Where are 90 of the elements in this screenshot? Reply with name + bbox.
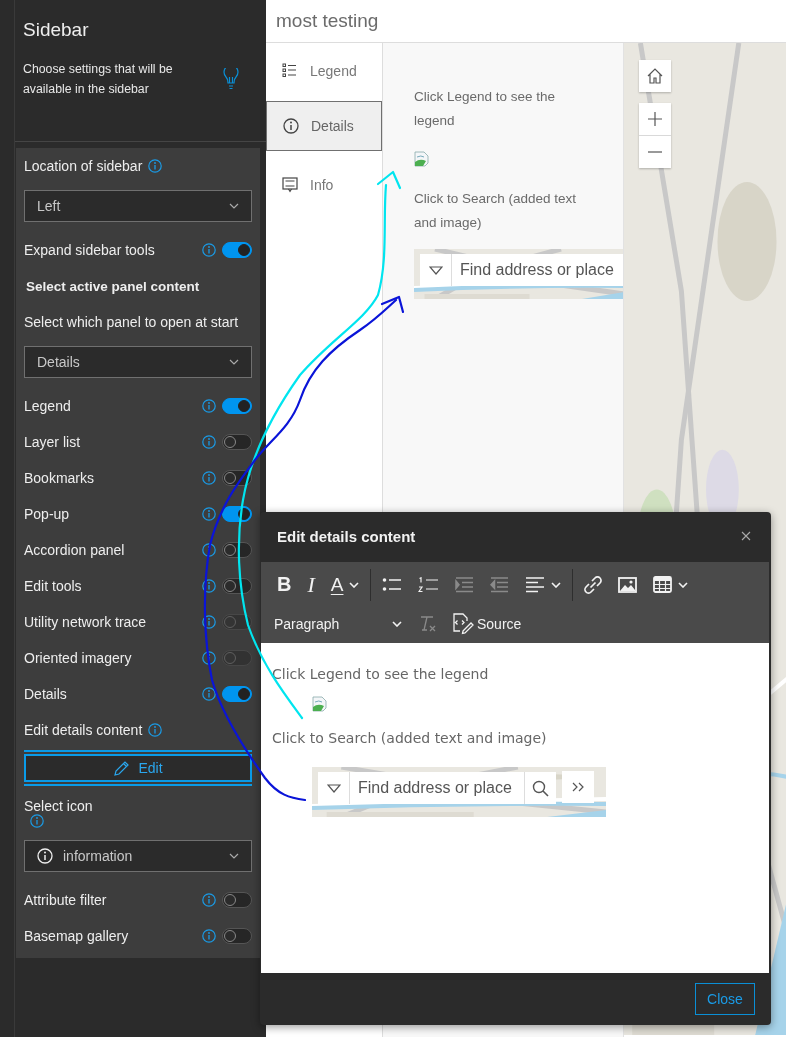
indent-icon	[455, 576, 475, 593]
numbered-list-icon	[418, 576, 440, 593]
toggle-switch[interactable]	[222, 928, 252, 944]
panel-description: Choose settings that will be available in the sidebar	[23, 61, 174, 98]
outdent-icon	[490, 576, 510, 593]
toggle-switch[interactable]	[222, 542, 252, 558]
paragraph-format-dropdown[interactable]: Paragraph	[269, 607, 410, 640]
triangle-icon	[428, 265, 443, 275]
setting-label: Select which panel to open at start	[24, 314, 239, 330]
setting-label: Edit tools	[24, 578, 83, 594]
link-icon	[584, 575, 603, 594]
italic-button[interactable]: I	[299, 568, 323, 601]
dropdown[interactable]: Left	[24, 190, 252, 222]
info-icon[interactable]	[202, 435, 216, 449]
info-icon[interactable]	[30, 814, 44, 828]
info-icon[interactable]	[202, 929, 216, 943]
dropdown[interactable]: information	[24, 840, 252, 872]
search-icon	[532, 779, 549, 797]
info-icon[interactable]	[202, 507, 216, 521]
source-icon	[452, 612, 474, 635]
chevron-icon	[229, 203, 239, 209]
bold-button[interactable]: B	[269, 568, 300, 601]
info-icon[interactable]	[148, 723, 163, 737]
paragraph: Click to Search (added text and image)	[272, 729, 548, 748]
setting-label: Accordion panel	[24, 542, 126, 558]
broken-image-icon	[414, 151, 429, 167]
edit-button[interactable]: Edit	[24, 754, 252, 782]
setting-label: Oriented imagery	[24, 650, 133, 666]
expand-button[interactable]	[562, 771, 594, 803]
editor-area[interactable]: Click Legend to see the legend Click to Search (added text and image) Find address or place	[261, 643, 769, 973]
setting-label: Details	[24, 686, 68, 702]
setting-label: Edit details content	[24, 722, 143, 738]
font-color-button[interactable]: A	[322, 568, 368, 601]
setting-label: Layer list	[24, 434, 82, 450]
toggle-switch[interactable]	[222, 242, 252, 258]
chevron-icon	[229, 853, 239, 859]
nav-tab[interactable]: Info	[266, 161, 382, 209]
setting-label: Select icon	[24, 798, 93, 814]
search-button[interactable]	[524, 772, 556, 804]
info-icon[interactable]	[202, 243, 216, 257]
info-icon	[37, 848, 53, 864]
toggle-switch[interactable]	[222, 398, 252, 414]
caret-icon	[551, 581, 562, 588]
info-icon[interactable]	[202, 543, 216, 557]
setting-label: Location of sidebar	[24, 158, 143, 174]
nav-tab[interactable]: Details	[266, 101, 382, 151]
dialog-title: Edit details content	[277, 527, 417, 545]
paragraph: Click to Search (added text and image)	[414, 190, 578, 232]
section-heading: Select active panel content	[25, 278, 200, 294]
setting-label: Attribute filter	[24, 892, 108, 908]
info-icon[interactable]	[202, 399, 216, 413]
paragraph: Click Legend to see the legend	[272, 665, 490, 684]
info-icon[interactable]	[202, 579, 216, 593]
toggle-switch[interactable]	[222, 892, 252, 908]
triangle-icon	[326, 783, 341, 793]
pencil-icon	[113, 759, 131, 777]
nav-tab[interactable]: Legend	[266, 47, 382, 95]
info-icon[interactable]	[202, 893, 216, 907]
bullet-list-icon	[382, 577, 403, 592]
info-icon[interactable]	[202, 471, 216, 485]
toggle-switch[interactable]	[222, 434, 252, 450]
setting-label: Expand sidebar tools	[24, 242, 156, 258]
caret-icon	[349, 581, 360, 588]
info-icon[interactable]	[202, 615, 216, 629]
source-button[interactable]: Source	[444, 607, 530, 640]
dropdown-button[interactable]	[318, 772, 350, 804]
toggle-switch[interactable]	[222, 686, 252, 702]
caret-icon	[392, 620, 402, 627]
setting-label: Pop-up	[24, 506, 71, 522]
info-icon[interactable]	[148, 159, 163, 173]
setting-label: Basemap gallery	[24, 928, 130, 944]
info-icon	[283, 118, 299, 134]
dropdown-button[interactable]	[420, 254, 452, 286]
info-icon[interactable]	[202, 687, 216, 701]
chevron-icon	[229, 359, 239, 365]
list-icon	[282, 63, 298, 79]
dropdown[interactable]: Details	[24, 346, 252, 378]
setting-label: Utility network trace	[24, 614, 148, 630]
info-icon[interactable]	[202, 651, 216, 665]
lightbulb-icon	[223, 68, 239, 90]
setting-label: Bookmarks	[24, 470, 96, 486]
align-icon	[525, 576, 546, 593]
setting-label: Legend	[24, 398, 72, 414]
broken-image-icon	[312, 696, 327, 712]
toggle-switch[interactable]	[222, 578, 252, 594]
double-chevron-icon	[572, 782, 584, 792]
panel-title: Sidebar	[23, 19, 90, 41]
clear-format-icon	[418, 615, 436, 632]
paragraph: Click Legend to see the legend	[414, 88, 557, 130]
screen-icon	[282, 177, 298, 193]
